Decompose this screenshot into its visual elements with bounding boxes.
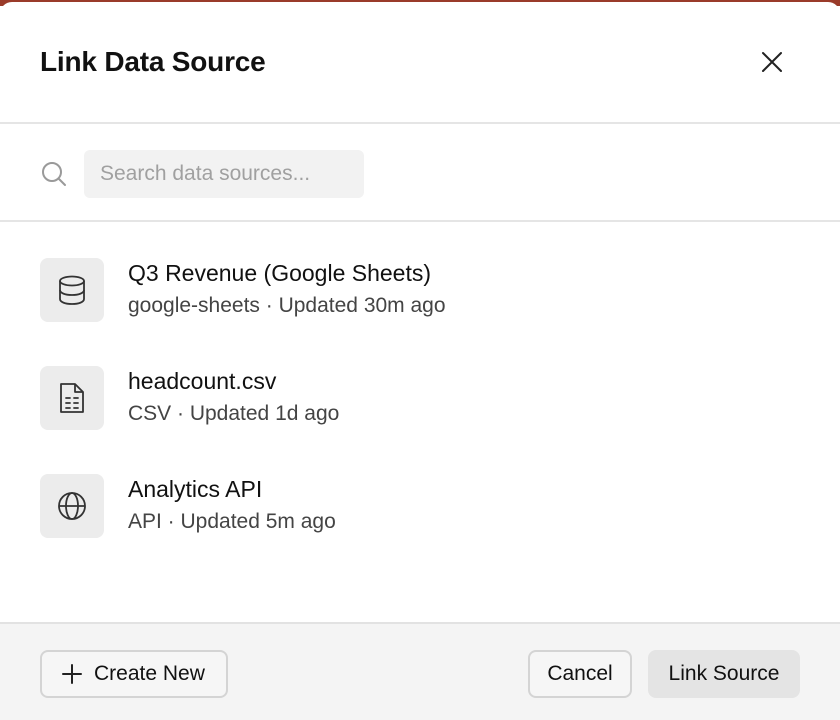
- source-name: headcount.csv: [128, 368, 277, 394]
- source-name: Analytics API: [128, 476, 263, 502]
- source-meta: CSV · Updated 1d ago: [128, 402, 340, 425]
- close-icon: [762, 52, 782, 72]
- search-icon: [42, 162, 66, 186]
- plus-icon: [62, 664, 82, 684]
- list-item-q3-revenue[interactable]: Q3 Revenue (Google Sheets) google-sheets…: [0, 222, 840, 330]
- search-input[interactable]: [84, 150, 364, 198]
- create-new-label: Create New: [94, 662, 205, 685]
- list-item-analytics-api[interactable]: Analytics API API · Updated 5m ago: [0, 438, 840, 546]
- database-icon: [59, 275, 85, 305]
- cancel-label: Cancel: [547, 662, 613, 685]
- item-icon-container: [40, 258, 104, 322]
- link-source-label: Link Source: [668, 662, 780, 685]
- search-row: [0, 124, 840, 222]
- dialog-footer: Create New Cancel Link Source: [0, 622, 840, 720]
- item-icon-container: [40, 474, 104, 538]
- item-icon-container: [40, 366, 104, 430]
- source-meta: google-sheets · Updated 30m ago: [128, 294, 446, 317]
- link-source-button[interactable]: Link Source: [648, 650, 800, 698]
- list-item-headcount[interactable]: headcount.csv CSV · Updated 1d ago: [0, 330, 840, 438]
- source-name: Q3 Revenue (Google Sheets): [128, 260, 432, 286]
- spreadsheet-file-icon: [60, 383, 84, 413]
- cancel-button[interactable]: Cancel: [528, 650, 632, 698]
- create-new-button[interactable]: Create New: [40, 650, 228, 698]
- globe-icon: [58, 492, 86, 520]
- dialog-header: Link Data Source: [0, 2, 840, 124]
- close-button[interactable]: [752, 42, 792, 82]
- source-meta: API · Updated 5m ago: [128, 510, 336, 533]
- dialog-title: Link Data Source: [40, 46, 266, 77]
- link-data-source-dialog: Link Data Source Q3 Revenue (Google Shee…: [0, 2, 840, 720]
